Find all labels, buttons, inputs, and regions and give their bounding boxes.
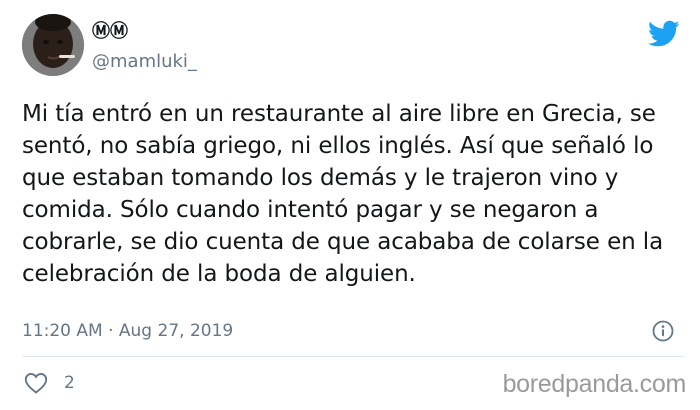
like-count: 2 [64,373,75,393]
boredpanda-watermark: boredpanda.com [502,370,687,398]
twitter-bird-icon[interactable] [648,20,680,48]
user-handle[interactable]: @mamluki_ [92,50,197,74]
tweet-timestamp[interactable]: 11:20 AM · Aug 27, 2019 [22,319,233,343]
display-name[interactable]: ⓂⓂ [92,20,128,44]
avatar[interactable] [22,14,84,76]
avatar-image [22,14,84,76]
divider [22,356,684,357]
tweet-text: Mi tía entró en un restaurante al aire l… [22,101,664,287]
info-icon[interactable] [652,320,674,342]
heart-icon[interactable] [24,372,48,394]
